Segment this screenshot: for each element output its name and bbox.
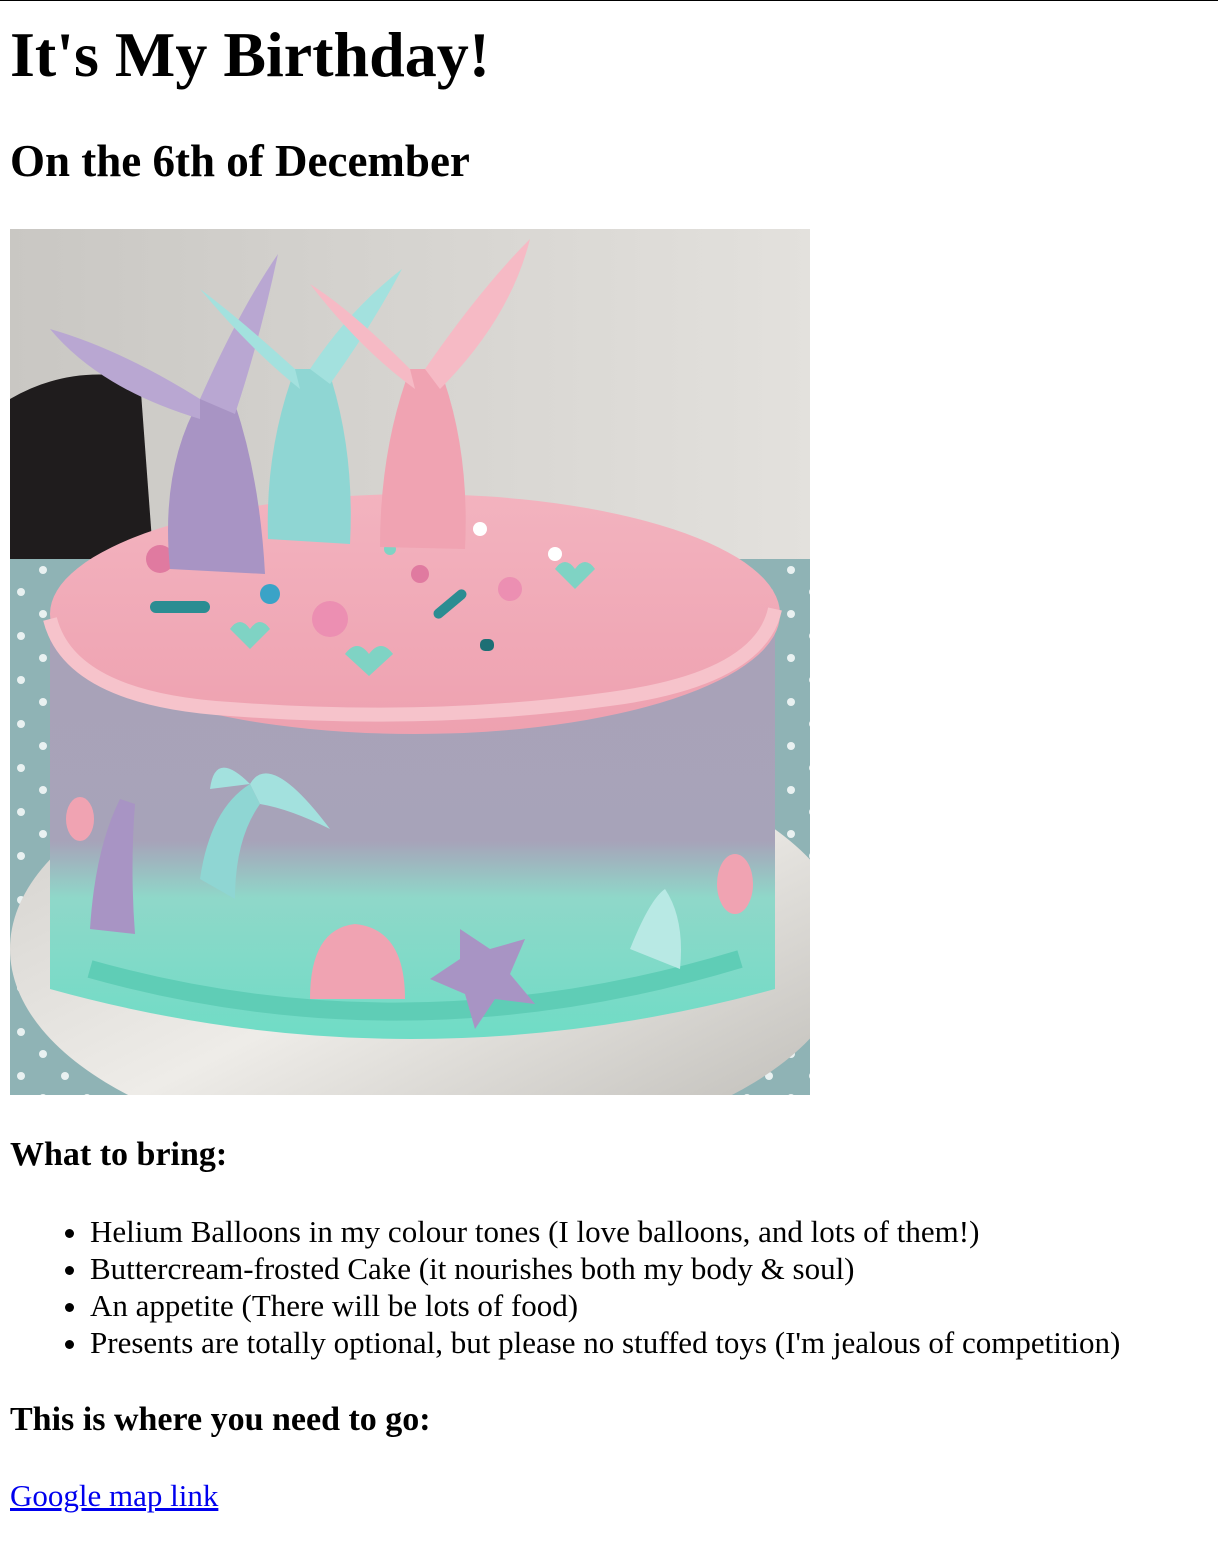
bring-heading: What to bring: (10, 1136, 228, 1173)
cake-photo (10, 229, 810, 1095)
bring-list: Helium Balloons in my colour tones (I lo… (10, 1213, 1120, 1361)
location-heading: This is where you need to go: (10, 1401, 431, 1438)
list-item: Presents are totally optional, but pleas… (90, 1324, 1120, 1361)
list-item: An appetite (There will be lots of food) (90, 1287, 1120, 1324)
cake-illustration (10, 229, 810, 1095)
page-subtitle: On the 6th of December (10, 136, 470, 186)
page-title: It's My Birthday! (10, 19, 490, 90)
list-item: Helium Balloons in my colour tones (I lo… (90, 1213, 1120, 1250)
list-item: Buttercream-frosted Cake (it nourishes b… (90, 1250, 1120, 1287)
google-map-link[interactable]: Google map link (10, 1476, 218, 1516)
